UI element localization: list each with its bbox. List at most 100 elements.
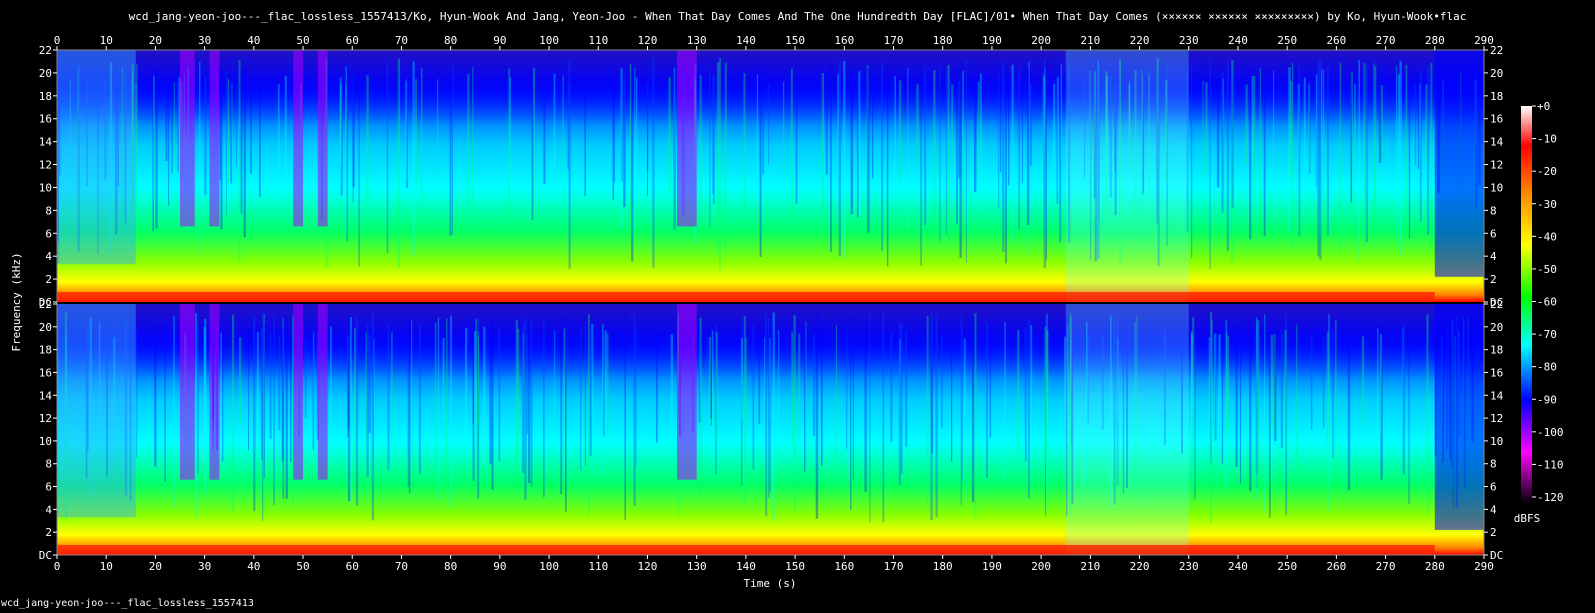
spectral-streak [1194, 317, 1196, 500]
spectral-streak [152, 75, 155, 201]
spectral-streak [277, 83, 280, 167]
spectral-streak [713, 74, 715, 204]
spectral-streak [898, 80, 902, 181]
spectral-streak [951, 327, 953, 462]
spectral-streak [238, 59, 241, 263]
low-frequency-floor [57, 291, 1435, 302]
spectral-streak [764, 337, 766, 421]
y-right-tick-label: 6 [1490, 227, 1497, 240]
y-right-tick-label: 16 [1490, 113, 1503, 126]
spectral-streak [769, 319, 771, 493]
x-bottom-tick-label: 30 [198, 560, 211, 573]
colorbar-tick-label: -30 [1537, 198, 1557, 211]
spectral-streak [451, 66, 454, 235]
dense-segment [1065, 304, 1189, 555]
spectral-streak [371, 312, 375, 521]
spectral-streak [366, 323, 369, 478]
colorbar-tick-label: -20 [1537, 165, 1557, 178]
x-bottom-tick-label: 160 [834, 560, 854, 573]
spectral-streak [905, 330, 908, 448]
spectral-streak [1405, 64, 1408, 243]
spectral-streak [165, 85, 168, 162]
spectral-streak [1322, 335, 1325, 429]
spectral-streak [285, 318, 288, 499]
x-bottom-tick-label: 10 [100, 560, 113, 573]
high-frequency-rolloff [57, 50, 1484, 126]
quiet-gap [180, 304, 195, 480]
spectral-streak [871, 80, 874, 179]
spectral-streak [1259, 68, 1261, 230]
spectrogram-chart: 0 10 20 30 40 50 60 70 80 90 100 110 120 130 140 150 160… [10, 34, 1564, 590]
colorbar-tick-label: -60 [1537, 296, 1557, 309]
spectral-streak [852, 322, 854, 481]
spectral-streak [477, 336, 479, 425]
spectral-streak [790, 68, 793, 227]
spectral-streak [259, 76, 261, 197]
spectral-streak [243, 66, 246, 238]
spectral-streak [450, 315, 453, 508]
outro-fade-segment [1434, 50, 1484, 277]
colorbar-tick-label: -50 [1537, 263, 1557, 276]
spectral-streak [1347, 320, 1351, 491]
spectral-streak [1427, 66, 1430, 235]
spectral-streak [521, 324, 525, 474]
y-left-tick-label: 10 [39, 435, 52, 448]
quiet-gap [677, 50, 697, 227]
x-top-tick-label: 260 [1326, 34, 1346, 47]
spectral-streak [882, 312, 885, 523]
spectral-streak [418, 324, 421, 474]
spectral-streak [1205, 82, 1208, 173]
spectral-streak [436, 79, 439, 186]
spectral-streak [222, 327, 224, 462]
spectral-streak [397, 58, 401, 268]
spectral-streak [973, 77, 977, 193]
spectral-streak [956, 69, 958, 224]
y-left-tick-label: 2 [45, 273, 52, 286]
spectral-streak [391, 332, 393, 442]
spectral-streak [167, 74, 170, 206]
spectral-streak [613, 79, 616, 183]
x-bottom-tick-label: 0 [54, 560, 61, 573]
spectral-streak [498, 327, 501, 462]
colorbar-label: dBFS [1514, 512, 1541, 525]
spectral-streak [1026, 69, 1030, 226]
spectral-streak [940, 335, 943, 428]
spectral-streak [330, 326, 332, 464]
spectral-streak [711, 330, 714, 448]
spectral-streak [838, 61, 841, 257]
spectral-streak [768, 318, 770, 498]
spectral-streak [791, 331, 794, 445]
x-top-tick-label: 40 [247, 34, 260, 47]
x-bottom-tick-label: 110 [588, 560, 608, 573]
colorbar-tick-label: -10 [1537, 133, 1557, 146]
colorbar-tick-label: -90 [1537, 393, 1557, 406]
y-left-tick-label: 6 [45, 227, 52, 240]
x-top-tick-label: 70 [395, 34, 408, 47]
spectral-streak [1408, 316, 1410, 505]
spectral-streak [1021, 79, 1023, 184]
spectral-streak [1060, 63, 1063, 247]
x-bottom-tick-label: 70 [395, 560, 408, 573]
spectral-streak [584, 326, 587, 466]
y-axis-left: DC246810121416182022DC246810121416182022 [39, 44, 57, 562]
spectral-streak [387, 325, 390, 471]
spectral-streak [602, 323, 604, 476]
spectral-streak [1226, 62, 1229, 252]
quiet-gap [209, 304, 220, 480]
colorbar-tick-label: -110 [1537, 458, 1564, 471]
y-right-tick-label: 18 [1490, 344, 1503, 357]
spectral-streak [1057, 77, 1059, 193]
spectral-streak [709, 68, 711, 227]
y-left-tick-label: 8 [45, 458, 52, 471]
y-right-tick-label: 2 [1490, 273, 1497, 286]
spectral-streak [1227, 335, 1230, 429]
spectral-streak [635, 77, 638, 193]
spectral-streak [284, 75, 287, 200]
spectral-streak [1373, 62, 1375, 251]
spectral-streak [554, 330, 556, 450]
spectral-streak [1218, 334, 1221, 435]
spectral-streak [767, 84, 770, 165]
spectral-streak [756, 74, 759, 204]
spectral-streak [939, 65, 941, 241]
y-right-tick-label: 4 [1490, 250, 1497, 263]
